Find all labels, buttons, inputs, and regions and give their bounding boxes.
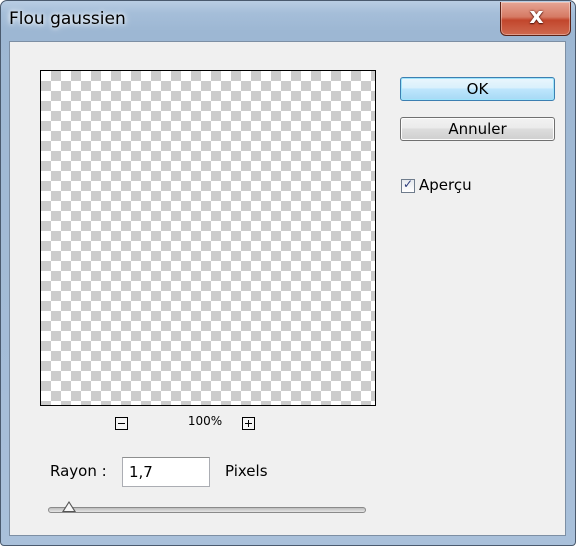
- title-bar[interactable]: Flou gaussien x: [1, 1, 575, 41]
- minus-icon: [118, 423, 125, 424]
- close-icon: x: [529, 4, 544, 29]
- radius-slider-track[interactable]: [48, 507, 366, 513]
- checkmark-icon: ✓: [403, 177, 414, 191]
- preview-checkbox[interactable]: ✓: [401, 177, 415, 193]
- dialog-title: Flou gaussien: [9, 9, 126, 29]
- radius-input[interactable]: [122, 457, 210, 487]
- radius-slider-thumb[interactable]: [62, 501, 76, 512]
- zoom-in-button[interactable]: [242, 417, 255, 430]
- dialog-body: 100% OK Annuler ✓ Aperçu Rayon : Pixels: [9, 41, 566, 536]
- zoom-out-button[interactable]: [115, 417, 128, 430]
- ok-button[interactable]: OK: [400, 77, 555, 101]
- close-button[interactable]: x: [500, 2, 571, 36]
- cancel-button[interactable]: Annuler: [400, 117, 555, 141]
- preview-checkbox-label[interactable]: Aperçu: [419, 176, 472, 194]
- radius-unit-label: Pixels: [225, 462, 268, 480]
- preview-canvas[interactable]: [40, 70, 376, 406]
- radius-label: Rayon :: [50, 462, 107, 480]
- gaussian-blur-dialog: Flou gaussien x 100% OK Annuler ✓ Aperçu…: [0, 0, 576, 546]
- zoom-level: 100%: [187, 414, 223, 428]
